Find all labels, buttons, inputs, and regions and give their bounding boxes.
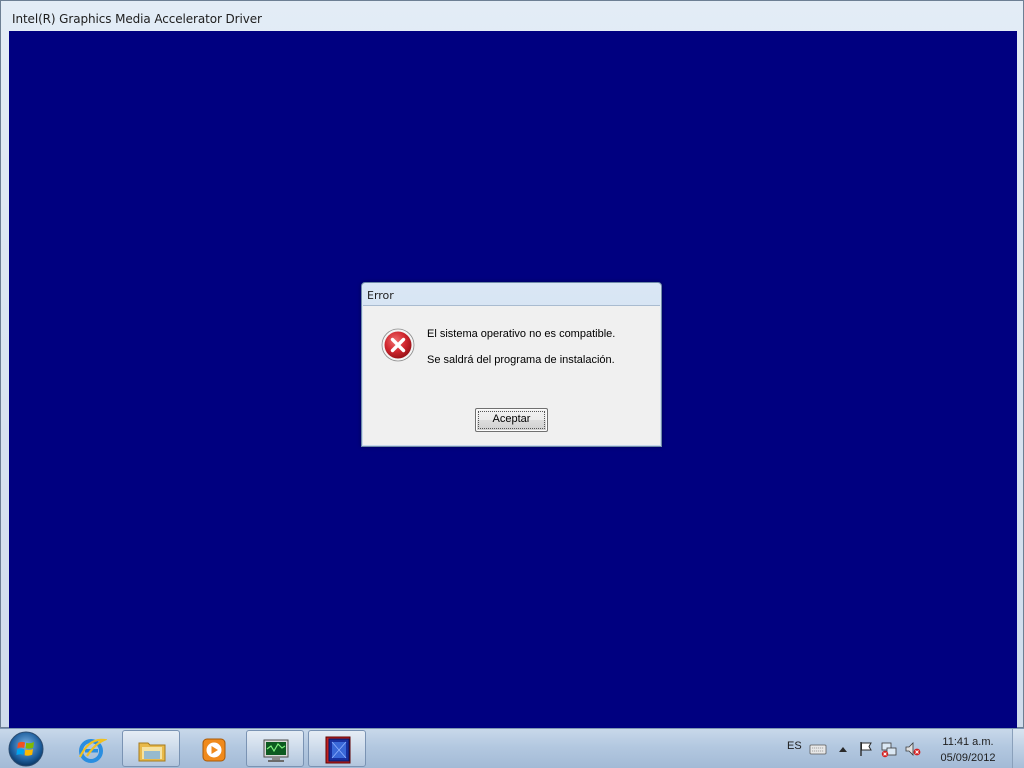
error-dialog-title: Error — [367, 289, 394, 302]
taskbar: ES 11:41 a.m. 05/09/2012 — [0, 728, 1024, 768]
action-center-flag-icon[interactable] — [857, 740, 875, 758]
taskbar-ie-button[interactable] — [61, 730, 119, 767]
aceptar-button[interactable]: Aceptar — [475, 408, 548, 432]
show-hidden-icons-arrow[interactable] — [834, 740, 852, 758]
installer-monitor-icon — [263, 739, 289, 762]
error-icon — [381, 328, 415, 362]
keyboard-icon[interactable] — [809, 740, 827, 758]
installer-window-title: Intel(R) Graphics Media Accelerator Driv… — [12, 12, 262, 26]
taskbar-media-player-button[interactable] — [184, 730, 242, 767]
volume-muted-icon[interactable] — [904, 740, 922, 758]
network-icon[interactable] — [880, 740, 898, 758]
taskbar-explorer-button[interactable] — [122, 730, 180, 767]
taskbar-intel-setup-button[interactable] — [308, 730, 366, 767]
installer-titlebar[interactable]: Intel(R) Graphics Media Accelerator Driv… — [1, 1, 1023, 31]
error-dialog-body: El sistema operativo no es compatible. S… — [363, 305, 660, 445]
clock-time: 11:41 a.m. — [942, 736, 994, 748]
windows-logo-icon — [8, 731, 44, 767]
start-button[interactable] — [6, 730, 46, 768]
show-desktop-button[interactable] — [1012, 729, 1024, 768]
error-dialog: Error El sistema operativo no es compati… — [361, 282, 662, 447]
error-message-line1: El sistema operativo no es compatible. — [427, 328, 616, 340]
internet-explorer-icon — [79, 738, 107, 763]
language-indicator[interactable]: ES — [787, 740, 802, 752]
clock-date: 05/09/2012 — [940, 752, 996, 764]
media-player-icon — [202, 738, 226, 762]
taskbar-installer-monitor-button[interactable] — [246, 730, 304, 767]
intel-setup-icon — [325, 736, 351, 764]
file-explorer-icon — [138, 742, 166, 762]
desktop-screen: Intel(R) Graphics Media Accelerator Driv… — [0, 0, 1024, 768]
taskbar-clock[interactable]: 11:41 a.m. 05/09/2012 — [930, 734, 1006, 766]
error-message-line2: Se saldrá del programa de instalación. — [427, 354, 615, 366]
error-dialog-titlebar[interactable]: Error — [362, 283, 661, 305]
